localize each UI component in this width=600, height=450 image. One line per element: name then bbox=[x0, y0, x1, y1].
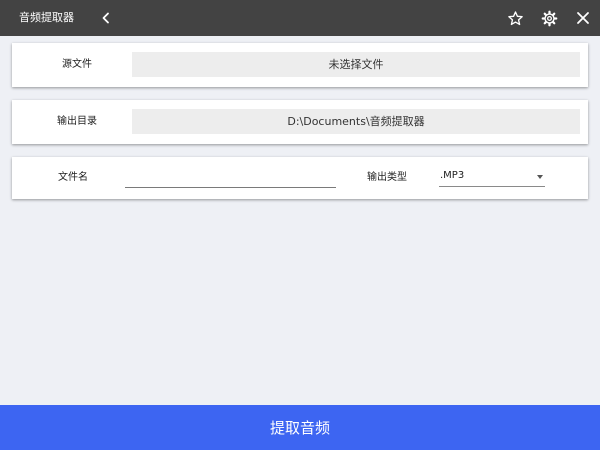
gear-icon bbox=[541, 10, 557, 26]
dropdown-arrow-icon bbox=[537, 175, 543, 179]
output-type-label: 输出类型 bbox=[367, 172, 407, 183]
options-card: 文件名 输出类型 .MP3 bbox=[12, 157, 588, 199]
filename-input[interactable] bbox=[125, 167, 336, 188]
output-type-value: .MP3 bbox=[440, 170, 465, 181]
output-dir-field[interactable]: D:\Documents\音频提取器 bbox=[132, 109, 580, 134]
app-title: 音频提取器 bbox=[19, 11, 74, 24]
close-icon bbox=[577, 12, 589, 24]
star-icon bbox=[507, 10, 523, 25]
source-file-card: 源文件 未选择文件 bbox=[12, 43, 588, 87]
source-file-field[interactable]: 未选择文件 bbox=[132, 52, 580, 77]
chevron-left-icon bbox=[102, 12, 109, 24]
output-dir-card: 输出目录 D:\Documents\音频提取器 bbox=[12, 100, 588, 144]
back-button[interactable] bbox=[94, 0, 118, 36]
output-dir-label: 输出目录 bbox=[57, 116, 97, 127]
filename-label: 文件名 bbox=[58, 172, 88, 183]
close-button[interactable] bbox=[571, 0, 595, 36]
extract-audio-button[interactable]: 提取音频 bbox=[0, 405, 600, 450]
settings-button[interactable] bbox=[537, 0, 561, 36]
favorite-button[interactable] bbox=[503, 0, 527, 36]
source-file-label: 源文件 bbox=[62, 59, 92, 70]
output-type-select[interactable]: .MP3 bbox=[439, 167, 545, 187]
title-bar: 音频提取器 bbox=[0, 0, 600, 36]
